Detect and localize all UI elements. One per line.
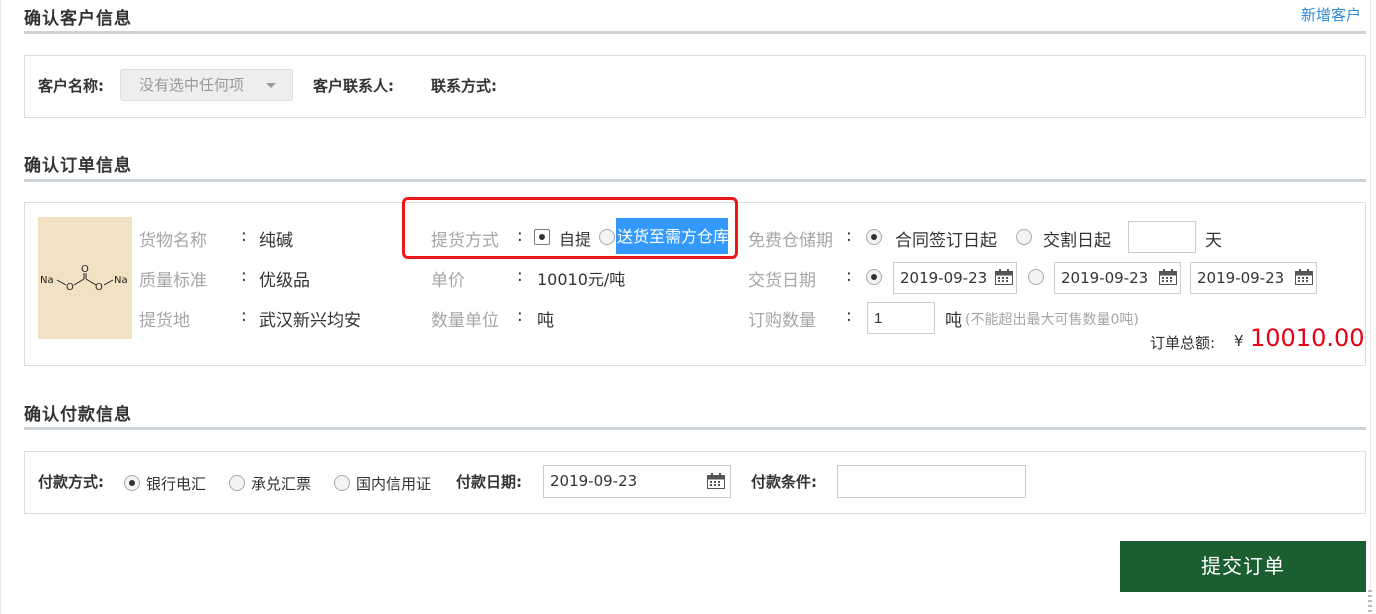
- sodium-carbonate-structure-icon: Na O O O Na: [40, 264, 128, 293]
- customer-contact-label: 客户联系人:: [313, 77, 395, 95]
- customer-phone-label: 联系方式:: [431, 77, 498, 95]
- storage-contract-radio[interactable]: [866, 229, 882, 245]
- payment-date-label: 付款日期:: [456, 473, 523, 491]
- colon: :: [846, 226, 852, 246]
- unit-price-value: 10010元/吨: [537, 270, 626, 289]
- purchase-qty-label: 订购数量: [748, 311, 816, 331]
- payment-terms-label: 付款条件:: [751, 473, 818, 491]
- storage-days-unit: 天: [1205, 231, 1222, 251]
- storage-contract-label[interactable]: 合同签订日起: [895, 226, 997, 251]
- delivery-date-field-2[interactable]: 2019-09-23: [1054, 262, 1181, 294]
- calendar-icon[interactable]: [707, 473, 725, 489]
- goods-name-label: 货物名称: [139, 231, 207, 251]
- storage-delivery-radio[interactable]: [1016, 229, 1032, 245]
- delivery-date-radio-2[interactable]: [1028, 269, 1044, 285]
- delivery-date-value-1: 2019-09-23: [900, 269, 988, 287]
- pickup-place-label: 提货地: [139, 311, 190, 331]
- payment-draft-label[interactable]: 承兑汇票: [251, 473, 311, 494]
- currency-symbol: ¥: [1234, 332, 1244, 350]
- section-divider: [24, 31, 1366, 34]
- payment-lc-radio[interactable]: [334, 475, 350, 491]
- submit-order-button[interactable]: 提交订单: [1120, 541, 1366, 592]
- colon: :: [241, 266, 247, 286]
- purchase-qty-hint: (不能超出最大可售数量0吨): [965, 312, 1139, 328]
- product-image: Na O O O Na: [38, 217, 132, 339]
- svg-text:Na: Na: [114, 275, 128, 286]
- payment-draft-radio[interactable]: [229, 475, 245, 491]
- section-divider: [24, 427, 1366, 430]
- delivery-date-value-2: 2019-09-23: [1061, 269, 1149, 287]
- delivery-date-value-3: 2019-09-23: [1197, 269, 1285, 287]
- calendar-icon[interactable]: [995, 269, 1013, 285]
- svg-text:O: O: [95, 282, 103, 293]
- chevron-down-icon: [266, 83, 276, 88]
- customer-section-title: 确认客户信息: [24, 9, 132, 29]
- payment-terms-input[interactable]: [837, 465, 1026, 498]
- qty-unit-value: 吨: [537, 311, 554, 331]
- svg-text:Na: Na: [40, 275, 54, 286]
- colon: :: [846, 266, 852, 286]
- svg-text:O: O: [81, 264, 89, 275]
- section-divider: [24, 179, 1366, 182]
- purchase-qty-unit: 吨: [945, 311, 962, 331]
- order-total-label: 订单总额:: [1150, 334, 1216, 352]
- storage-delivery-label[interactable]: 交割日起: [1043, 226, 1111, 251]
- delivery-date-radio-1[interactable]: [866, 269, 882, 285]
- annotation-highlight-box: [402, 197, 738, 259]
- payment-section-title: 确认付款信息: [24, 405, 132, 425]
- payment-date-field[interactable]: 2019-09-23: [543, 465, 731, 498]
- delivery-date-field-3[interactable]: 2019-09-23: [1190, 262, 1317, 294]
- left-border: [0, 0, 1, 614]
- quality-value: 优级品: [259, 271, 310, 291]
- order-total-value: 10010.00: [1250, 324, 1365, 352]
- payment-bank-label[interactable]: 银行电汇: [146, 473, 206, 494]
- order-section-title: 确认订单信息: [24, 156, 132, 176]
- customer-name-label: 客户名称:: [38, 77, 105, 95]
- free-storage-label: 免费仓储期: [748, 231, 833, 251]
- delivery-date-label: 交货日期: [748, 271, 816, 291]
- quality-label: 质量标准: [139, 271, 207, 291]
- delivery-date-field-1[interactable]: 2019-09-23: [893, 262, 1017, 294]
- colon: :: [241, 226, 247, 246]
- colon: :: [517, 266, 523, 286]
- payment-method-label: 付款方式:: [38, 473, 105, 491]
- calendar-icon[interactable]: [1159, 269, 1177, 285]
- svg-text:O: O: [66, 282, 74, 293]
- colon: :: [241, 306, 247, 326]
- qty-unit-label: 数量单位: [431, 311, 499, 331]
- storage-days-input[interactable]: [1128, 221, 1196, 253]
- resize-handle[interactable]: [1368, 590, 1372, 612]
- add-customer-link[interactable]: 新增客户: [1301, 4, 1361, 25]
- payment-bank-radio[interactable]: [124, 475, 140, 491]
- goods-name-value: 纯碱: [259, 231, 293, 251]
- calendar-icon[interactable]: [1295, 269, 1313, 285]
- right-border: [1370, 0, 1371, 590]
- colon: :: [846, 306, 852, 326]
- unit-price-label: 单价: [431, 271, 465, 291]
- colon: :: [517, 306, 523, 326]
- payment-date-value: 2019-09-23: [550, 472, 638, 490]
- pickup-place-value: 武汉新兴均安: [259, 311, 361, 331]
- customer-name-select-value: 没有选中任何项: [139, 76, 245, 94]
- customer-name-select[interactable]: 没有选中任何项: [120, 69, 293, 101]
- payment-lc-label[interactable]: 国内信用证: [356, 473, 431, 494]
- purchase-qty-input[interactable]: [867, 302, 935, 334]
